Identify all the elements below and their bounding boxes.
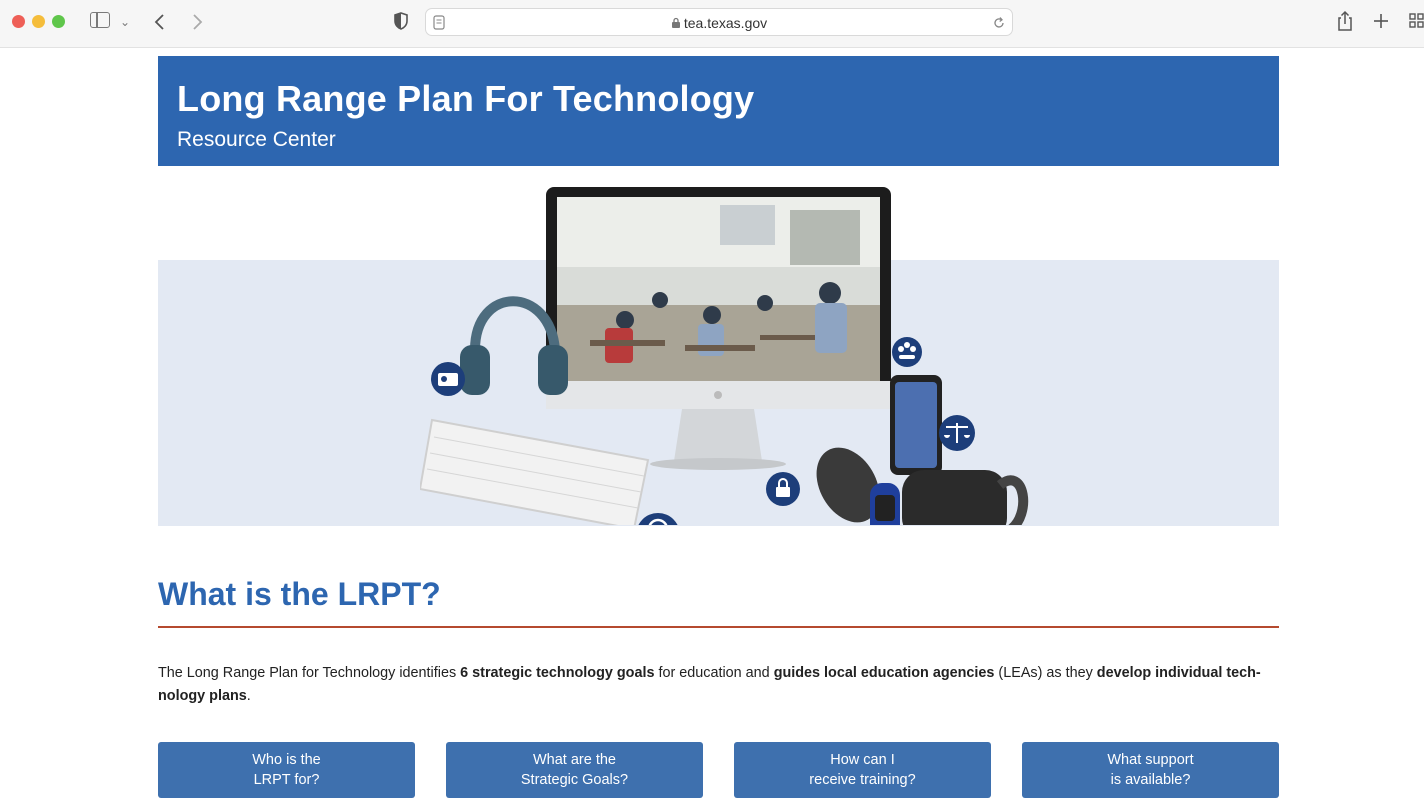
strategic-goals-button[interactable]: What are the Strategic Goals? (446, 742, 703, 798)
section-divider (158, 626, 1279, 628)
lock-icon (671, 17, 680, 28)
forward-arrow-icon[interactable] (190, 12, 204, 32)
id-card-icon (431, 362, 465, 396)
address-bar[interactable]: tea.texas.gov (425, 8, 1013, 36)
people-icon (892, 337, 922, 367)
who-is-lrpt-for-button[interactable]: Who is the LRPT for? (158, 742, 415, 798)
url-label: tea.texas.gov (683, 15, 768, 31)
smartwatch-image (870, 483, 900, 525)
technology-illustration (420, 187, 1029, 525)
plus-icon[interactable] (1372, 12, 1390, 30)
close-window-button[interactable] (12, 15, 25, 28)
browser-toolbar: ⌄ tea.texas.gov (0, 0, 1424, 48)
phone-image (890, 375, 942, 475)
page-title: Long Range Plan For Technology (177, 78, 755, 119)
sidebar-icon[interactable] (90, 12, 110, 28)
intro-text: (LEAs) as they (994, 665, 1097, 681)
tabs-grid-icon[interactable] (1408, 12, 1424, 30)
intro-text: for education and (654, 665, 774, 681)
keyboard-image (420, 418, 650, 525)
receive-training-button[interactable]: How can I receive training? (734, 742, 991, 798)
intro-emphasis: guides local education agencies (773, 665, 995, 681)
shield-icon[interactable] (393, 11, 409, 31)
intro-text: . (246, 688, 251, 704)
web-page: Long Range Plan For Technology Resource … (0, 49, 1424, 804)
intro-emphasis: 6 strategic technology goals (460, 665, 655, 681)
zoom-window-button[interactable] (52, 15, 65, 28)
support-available-button[interactable]: What support is available? (1022, 742, 1279, 798)
page-subtitle: Resource Center (177, 128, 336, 151)
url-text: tea.texas.gov (426, 15, 1012, 31)
lock-icon (766, 472, 800, 506)
minimize-window-button[interactable] (32, 15, 45, 28)
share-icon[interactable] (1336, 10, 1354, 32)
intro-text: The Long Range Plan for Technology ident… (158, 665, 461, 681)
chevron-down-icon[interactable]: ⌄ (120, 12, 130, 32)
scales-icon (939, 415, 975, 451)
back-arrow-icon[interactable] (153, 12, 167, 32)
page-banner: Long Range Plan For Technology Resource … (158, 56, 1279, 166)
reload-icon[interactable] (992, 15, 1006, 31)
vr-headset-image (902, 470, 1029, 525)
intro-paragraph: The Long Range Plan for Technology ident… (158, 662, 1279, 708)
section-heading: What is the LRPT? (158, 576, 441, 612)
monitor-image (546, 187, 891, 470)
lightbulb-icon (638, 513, 678, 525)
